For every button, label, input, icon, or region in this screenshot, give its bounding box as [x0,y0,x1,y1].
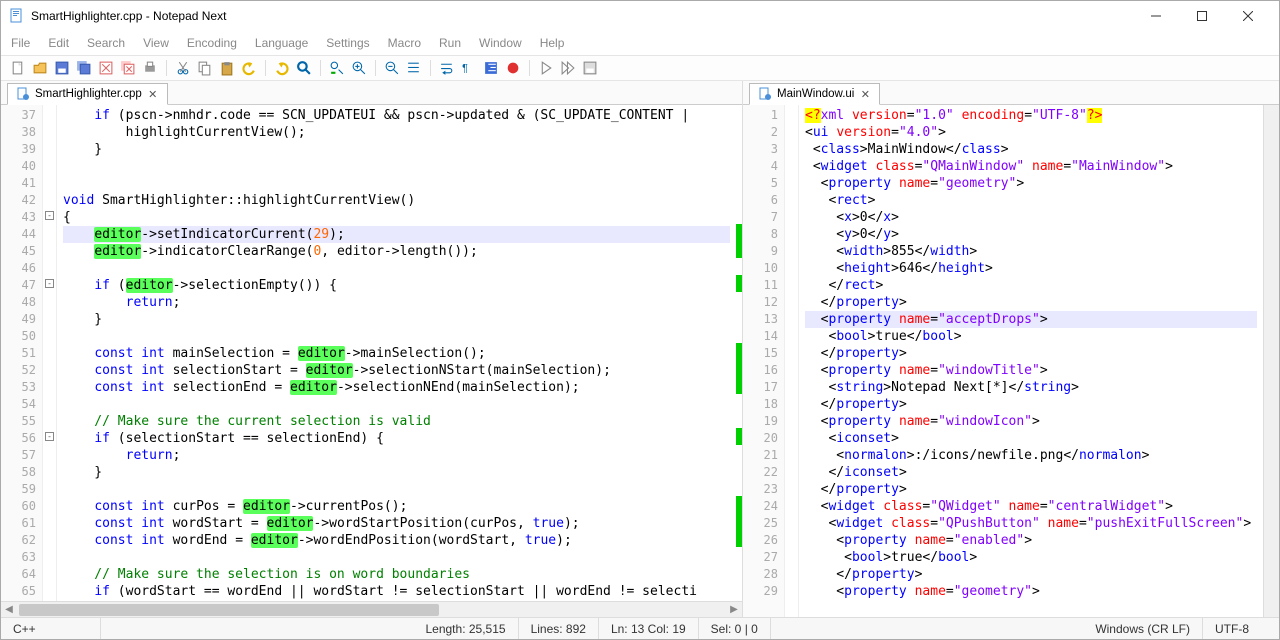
record-icon[interactable] [504,59,522,77]
menu-help[interactable]: Help [540,36,565,50]
paste-icon[interactable] [218,59,236,77]
window-title: SmartHighlighter.cpp - Notepad Next [31,9,226,23]
tab-mainwindow-ui[interactable]: MainWindow.ui ✕ [749,83,880,105]
play-multi-icon[interactable] [559,59,577,77]
change-bar [736,105,742,601]
maximize-button[interactable] [1179,1,1225,31]
menu-file[interactable]: File [11,36,30,50]
file-icon [758,87,772,101]
zoom-in-icon[interactable] [350,59,368,77]
hscrollbar-left[interactable]: ◀ ▶ [1,601,742,617]
tab-label: MainWindow.ui [777,88,854,100]
redo-icon[interactable] [273,59,291,77]
menubar: File Edit Search View Encoding Language Settin… [1,31,1279,55]
editor-pane-right: MainWindow.ui ✕ 123456789101112131415161… [743,81,1279,617]
scroll-thumb[interactable] [19,604,439,616]
vscrollbar-right[interactable] [1263,105,1279,617]
menu-settings[interactable]: Settings [326,36,369,50]
scroll-left-arrow-icon[interactable]: ◀ [1,604,17,615]
tab-smarthighlighter[interactable]: SmartHighlighter.cpp ✕ [7,83,168,105]
fold-margin[interactable]: --- [43,105,57,601]
close-all-icon[interactable] [119,59,137,77]
menu-run[interactable]: Run [439,36,461,50]
status-length: Length: 25,515 [413,618,518,639]
editor-pane-left: SmartHighlighter.cpp ✕ 37383940414243444… [1,81,743,617]
cut-icon[interactable] [174,59,192,77]
show-all-icon[interactable]: ¶ [460,59,478,77]
menu-macro[interactable]: Macro [388,36,421,50]
toolbar: ¶ [1,55,1279,81]
save-icon[interactable] [53,59,71,77]
open-icon[interactable] [31,59,49,77]
status-position: Ln: 13 Col: 19 [599,618,699,639]
tab-label: SmartHighlighter.cpp [35,88,142,100]
save-all-icon[interactable] [75,59,93,77]
editor-left[interactable]: 3738394041424344454647484950515253545556… [1,105,742,601]
status-encoding[interactable]: UTF-8 [1203,618,1261,639]
word-wrap-icon[interactable] [438,59,456,77]
save-macro-icon[interactable] [581,59,599,77]
tabbar-right: MainWindow.ui ✕ [743,81,1279,105]
fold-margin[interactable] [785,105,799,617]
close-button[interactable] [1225,1,1271,31]
minimize-button[interactable] [1133,1,1179,31]
tab-close-icon[interactable]: ✕ [147,88,159,100]
menu-view[interactable]: View [143,36,169,50]
titlebar: SmartHighlighter.cpp - Notepad Next [1,1,1279,31]
scroll-right-arrow-icon[interactable]: ▶ [726,604,742,615]
status-language[interactable]: C++ [1,618,101,639]
statusbar: C++ Length: 25,515 Lines: 892 Ln: 13 Col… [1,617,1279,639]
undo-icon[interactable] [240,59,258,77]
play-icon[interactable] [537,59,555,77]
sync-scroll-icon[interactable] [405,59,423,77]
menu-search[interactable]: Search [87,36,125,50]
find-icon[interactable] [295,59,313,77]
svg-text:¶: ¶ [462,63,468,75]
new-icon[interactable] [9,59,27,77]
app-icon [9,8,25,24]
copy-icon[interactable] [196,59,214,77]
menu-window[interactable]: Window [479,36,522,50]
zoom-out-icon[interactable] [383,59,401,77]
menu-encoding[interactable]: Encoding [187,36,237,50]
status-eol[interactable]: Windows (CR LF) [1083,618,1203,639]
line-number-gutter[interactable]: 3738394041424344454647484950515253545556… [1,105,43,601]
line-number-gutter[interactable]: 1234567891011121314151617181920212223242… [743,105,785,617]
print-icon[interactable] [141,59,159,77]
indent-guide-icon[interactable] [482,59,500,77]
editor-right[interactable]: 1234567891011121314151617181920212223242… [743,105,1279,617]
workspace: SmartHighlighter.cpp ✕ 37383940414243444… [1,81,1279,617]
code-area-left[interactable]: if (pscn->nmhdr.code == SCN_UPDATEUI && … [57,105,736,601]
menu-language[interactable]: Language [255,36,308,50]
tab-close-icon[interactable]: ✕ [859,88,871,100]
menu-edit[interactable]: Edit [48,36,69,50]
status-lines: Lines: 892 [519,618,599,639]
replace-icon[interactable] [328,59,346,77]
code-area-right[interactable]: <?xml version="1.0" encoding="UTF-8"?><u… [799,105,1263,617]
file-icon [16,87,30,101]
tabbar-left: SmartHighlighter.cpp ✕ [1,81,742,105]
status-selection: Sel: 0 | 0 [699,618,771,639]
close-icon[interactable] [97,59,115,77]
